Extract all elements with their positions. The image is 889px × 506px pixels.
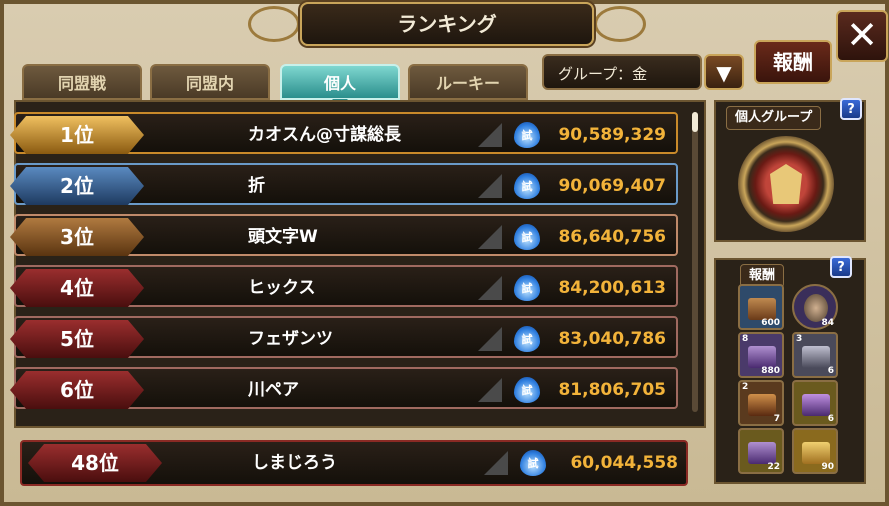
blue-flame-icon: 試 (514, 173, 540, 199)
dropdown-arrow-icon[interactable]: ▼ (704, 54, 744, 90)
reward-panel: 報酬 (714, 258, 866, 484)
my-ranking-row[interactable]: 48位 しまじろう 試 60,044,558 (20, 440, 688, 486)
my-power-value: 60,044,558 (570, 453, 678, 473)
chest-icon[interactable]: 600 (738, 284, 784, 330)
scrollbar-thumb[interactable] (692, 112, 698, 132)
ranking-row[interactable]: 6位 川ペア 試 81,806,705 (10, 367, 678, 409)
blue-flame-icon: 試 (514, 326, 540, 352)
list-scrollbar[interactable] (692, 112, 698, 412)
blue-flame-icon: 試 (514, 377, 540, 403)
group-dropdown[interactable]: グループ：金 (542, 54, 702, 90)
power-wedge-icon (478, 276, 502, 300)
title-ornament-left (248, 6, 300, 42)
tab-individual[interactable]: 個人 (280, 64, 400, 100)
blue-flame-icon: 試 (514, 275, 540, 301)
player-name: 頭文字W (248, 227, 318, 247)
power-value: 90,069,407 (558, 176, 666, 196)
power-wedge-icon (478, 123, 502, 147)
window-title: ランキング (300, 2, 594, 46)
ranking-row[interactable]: 3位 頭文字W 試 86,640,756 (10, 214, 678, 256)
group-help-icon[interactable]: ? (840, 98, 862, 120)
ticket-icon[interactable]: 90 (792, 428, 838, 474)
power-wedge-icon (478, 225, 502, 249)
player-name: フェザンツ (248, 329, 333, 349)
close-button[interactable]: ✕ (836, 10, 888, 62)
my-player-name: しまじろう (252, 453, 337, 473)
ranking-row[interactable]: 4位 ヒックス 試 84,200,613 (10, 265, 678, 307)
tab-alliance-war[interactable]: 同盟戦 (22, 64, 142, 100)
rank-badge: 4位 (10, 269, 144, 307)
gold-mystery-chest-icon[interactable]: 22 (738, 428, 784, 474)
power-value: 90,589,329 (558, 125, 666, 145)
purple-chest-icon[interactable]: 8 880 (738, 332, 784, 378)
blue-flame-icon: 試 (514, 122, 540, 148)
rank-badge: 3位 (10, 218, 144, 256)
reward-button[interactable]: 報酬 (754, 40, 832, 84)
player-name: ヒックス (248, 278, 316, 298)
power-wedge-icon (478, 378, 502, 402)
bronze-gear-icon[interactable]: 2 7 (738, 380, 784, 426)
reward-help-icon[interactable]: ? (830, 256, 852, 278)
blue-flame-icon: 試 (520, 450, 546, 476)
ranking-row[interactable]: 1位 カオスん@寸謀総長 試 90,589,329 (10, 112, 678, 154)
power-value: 83,040,786 (558, 329, 666, 349)
armor-icon[interactable]: 3 6 (792, 332, 838, 378)
rank-badge: 1位 (10, 116, 144, 154)
rank-badge: 2位 (10, 167, 144, 205)
rank-badge: 6位 (10, 371, 144, 409)
character-portrait-icon[interactable]: 84 (792, 284, 838, 330)
power-value: 86,640,756 (558, 227, 666, 247)
power-wedge-icon (478, 327, 502, 351)
ranking-row[interactable]: 5位 フェザンツ 試 83,040,786 (10, 316, 678, 358)
rank-badge: 5位 (10, 320, 144, 358)
ranking-row[interactable]: 2位 折 試 90,069,407 (10, 163, 678, 205)
player-name: 川ペア (248, 380, 299, 400)
individual-group-title: 個人グループ (726, 106, 822, 130)
power-wedge-icon (484, 451, 508, 475)
power-value: 84,200,613 (558, 278, 666, 298)
power-value: 81,806,705 (558, 380, 666, 400)
title-ornament-right (594, 6, 646, 42)
my-rank-badge: 48位 (28, 444, 162, 482)
blue-flame-icon: 試 (514, 224, 540, 250)
power-wedge-icon (478, 174, 502, 198)
gold-chest-icon[interactable]: 6 (792, 380, 838, 426)
tab-alliance-internal[interactable]: 同盟内 (150, 64, 270, 100)
player-name: カオスん@寸謀総長 (248, 125, 401, 145)
tab-rookie[interactable]: ルーキー (408, 64, 528, 100)
player-name: 折 (248, 176, 265, 196)
